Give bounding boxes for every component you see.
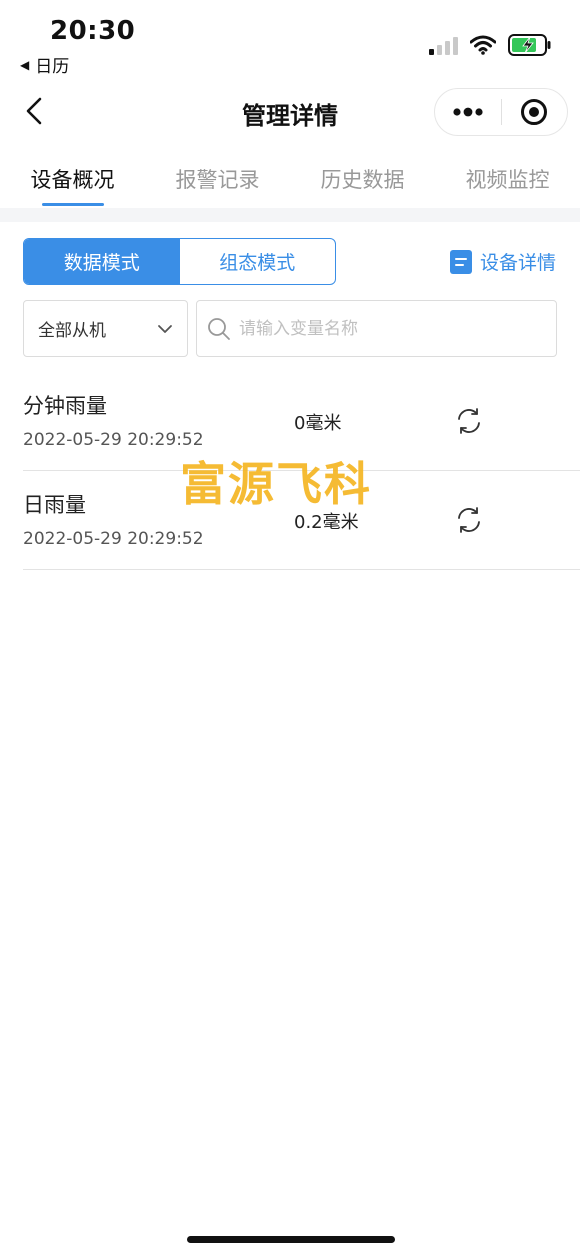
- status-time: 20:30: [50, 16, 136, 46]
- device-detail-label: 设备详情: [479, 252, 556, 274]
- config-mode-button[interactable]: 组态模式: [180, 239, 336, 284]
- variable-name: 日雨量: [23, 493, 86, 517]
- signal-icon: [429, 35, 458, 55]
- search-box: [196, 300, 557, 357]
- target-icon: [521, 99, 548, 125]
- refresh-icon[interactable]: [455, 407, 483, 435]
- tab-alarm-records[interactable]: 报警记录: [145, 144, 290, 208]
- device-detail-link[interactable]: 设备详情: [449, 248, 556, 275]
- mini-program-capsule: [434, 88, 568, 136]
- search-icon: [208, 317, 230, 340]
- tab-video-monitor[interactable]: 视频监控: [435, 144, 580, 208]
- tab-history-data[interactable]: 历史数据: [290, 144, 435, 208]
- variable-timestamp: 2022-05-29 20:29:52: [23, 430, 204, 450]
- refresh-icon[interactable]: [455, 506, 483, 534]
- status-bar: 20:30 ◀ 日历: [0, 0, 580, 80]
- document-icon: [449, 249, 472, 274]
- variable-value: 0毫米: [294, 413, 342, 434]
- variable-timestamp: 2022-05-29 20:29:52: [23, 529, 204, 549]
- more-button[interactable]: [435, 89, 501, 135]
- wifi-icon: [470, 35, 496, 55]
- slave-select[interactable]: 全部从机: [23, 300, 188, 357]
- status-icons: [429, 34, 552, 56]
- mode-switch: 数据模式 组态模式: [23, 238, 336, 285]
- slave-select-value: 全部从机: [38, 321, 106, 341]
- search-input[interactable]: [239, 318, 539, 339]
- back-to-app[interactable]: ◀ 日历: [20, 52, 69, 77]
- section-divider: [0, 208, 580, 222]
- home-indicator: [187, 1236, 395, 1243]
- close-mini-program-button[interactable]: [502, 89, 568, 135]
- variable-name: 分钟雨量: [23, 394, 107, 418]
- battery-charging-icon: [508, 34, 551, 56]
- more-dots-icon: [453, 107, 483, 117]
- chevron-down-icon: [158, 324, 172, 333]
- data-mode-button[interactable]: 数据模式: [24, 239, 180, 284]
- tab-device-overview[interactable]: 设备概况: [0, 144, 145, 208]
- back-app-label: 日历: [35, 57, 70, 77]
- nav-bar: 管理详情: [0, 80, 580, 144]
- tab-bar: 设备概况 报警记录 历史数据 视频监控: [0, 144, 580, 208]
- watermark-text: 富源飞科: [180, 457, 372, 511]
- back-triangle-icon: ◀: [20, 57, 30, 72]
